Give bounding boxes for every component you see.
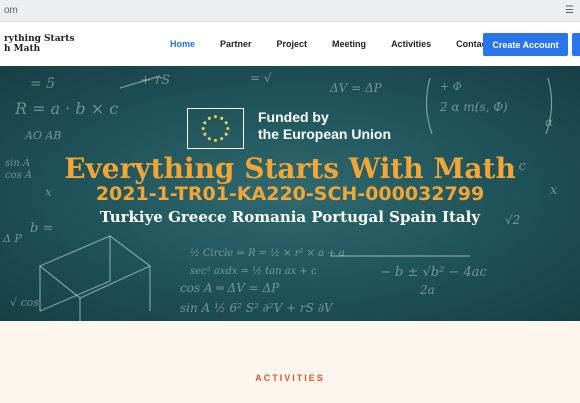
eu-flag-icon	[187, 108, 244, 149]
address-text[interactable]: om	[4, 5, 18, 16]
site-logo[interactable]: rything Starts h Math	[4, 34, 75, 54]
svg-text:R = a · b × c: R = a · b × c	[14, 99, 118, 118]
svg-text:2 α m(s, Φ): 2 α m(s, Φ)	[439, 100, 508, 114]
nav-project[interactable]: Project	[277, 39, 308, 49]
partner-countries: Turkiye Greece Romania Portugal Spain It…	[99, 208, 481, 226]
svg-text:α: α	[545, 115, 553, 129]
svg-text:AO AB: AO AB	[24, 129, 62, 142]
logo-line-2: h Math	[4, 44, 41, 54]
create-account-button[interactable]: Create Account	[483, 33, 568, 56]
nav-activities[interactable]: Activities	[391, 39, 431, 49]
svg-text:Δ P: Δ P	[2, 232, 22, 245]
svg-text:sec² axdx = ½ tan ax + c: sec² axdx = ½ tan ax + c	[190, 266, 317, 277]
svg-text:+ Φ: + Φ	[440, 80, 462, 93]
nav-home[interactable]: Home	[170, 39, 195, 49]
browser-menu-icon[interactable]: ☰	[565, 5, 574, 16]
svg-text:ΔV = ΔP: ΔV = ΔP	[329, 81, 383, 95]
logo-line-1: rything Starts	[4, 34, 75, 44]
svg-text:+ rS: + rS	[140, 73, 170, 88]
activities-section: ACTIVITIES	[0, 321, 580, 403]
login-button[interactable]	[572, 33, 580, 56]
svg-text:√ cos: √ cos	[10, 296, 39, 309]
svg-text:sin A ½ 6² S² ∂²V + rS ∂V: sin A ½ 6² S² ∂²V + rS ∂V	[180, 301, 334, 315]
svg-text:= √: = √	[250, 71, 272, 85]
funded-by-eu-text: Funded by the European Union	[258, 109, 391, 143]
funded-line-1: Funded by	[258, 109, 329, 125]
main-nav: Home Partner Project Meeting Activities …	[170, 22, 515, 66]
browser-address-bar[interactable]: om ☰	[0, 0, 580, 22]
svg-text:2a: 2a	[419, 283, 435, 297]
svg-text:½ Circle ⇒ R = ½ × r² × a + a: ½ Circle ⇒ R = ½ × r² × a + a	[190, 248, 345, 259]
project-code: 2021-1-TR01-KA220-SCH-000032799	[95, 183, 485, 205]
hero-banner: = 5 + rS = √ + Φ R = a · b × c ΔV = ΔP 2…	[0, 66, 580, 321]
nav-partner[interactable]: Partner	[220, 39, 252, 49]
hero-title: Everything Starts With Math	[64, 152, 516, 185]
svg-text:= 5: = 5	[30, 76, 55, 92]
svg-text:cos A ═ ΔV = ΔP: cos A ═ ΔV = ΔP	[180, 281, 280, 295]
nav-meeting[interactable]: Meeting	[332, 39, 366, 49]
svg-text:− b ± √b² − 4ac: − b ± √b² − 4ac	[380, 265, 487, 280]
site-header: rything Starts h Math Home Partner Proje…	[0, 22, 580, 66]
section-title: ACTIVITIES	[255, 373, 325, 383]
funded-line-2: the European Union	[258, 126, 391, 142]
